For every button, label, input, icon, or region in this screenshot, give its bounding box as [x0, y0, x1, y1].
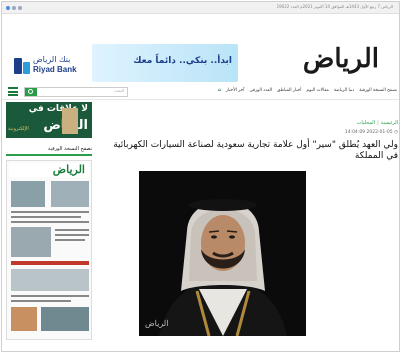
monument-image — [62, 108, 78, 134]
site-header: بنك الرياض Riyad Bank ابدأ.. بنكي.. دائم… — [2, 14, 399, 93]
photo-watermark: الرياض — [145, 319, 169, 328]
nav-item-browse-paper[interactable]: تصفح النسخة الورقية — [359, 88, 397, 93]
nav-item-latest[interactable]: آخر الأخبار — [226, 88, 245, 93]
newspaper-masthead: الرياض — [9, 163, 89, 177]
nav-item-paper-issue[interactable]: العدد الورقي — [249, 88, 272, 93]
breadcrumb-separator: | — [377, 120, 379, 126]
newspaper-text-line — [55, 229, 89, 231]
search-icon[interactable] — [25, 88, 37, 96]
bank-name-en: Riyad Bank — [33, 65, 77, 74]
newspaper-text-line — [11, 300, 71, 302]
breadcrumb: الرئيسية|المحليات — [357, 120, 398, 126]
newspaper-text-line — [11, 295, 89, 297]
nav-items: ⌂ آخر الأخبار العدد الورقي أخبار المناطق… — [218, 88, 397, 93]
newspaper-photo — [11, 307, 37, 331]
newspaper-mast-text: الرياض — [52, 163, 85, 176]
search-placeholder: البحث — [113, 88, 124, 93]
nav-home-icon[interactable]: ⌂ — [218, 88, 221, 93]
window-dot-icon[interactable] — [18, 6, 22, 10]
ad-headline: ابدأ.. بنكي.. دائماً معك — [133, 56, 232, 66]
newspaper-photo — [11, 227, 51, 257]
breadcrumb-home[interactable]: الرئيسية — [381, 120, 398, 126]
sidebar-ad-line3: الإلكترونية — [8, 126, 29, 132]
search-input[interactable]: البحث — [24, 87, 128, 97]
sidebar-ad-line1: لا علاقات في — [28, 104, 88, 114]
ad-banner[interactable]: ابدأ.. بنكي.. دائماً معك — [92, 44, 238, 82]
nav-item-regions[interactable]: أخبار المناطق — [277, 88, 302, 93]
article-photo[interactable]: الرياض — [139, 171, 306, 336]
window-dot-icon[interactable] — [6, 6, 10, 10]
bank-name-ar: بنك الرياض — [33, 55, 71, 64]
breadcrumb-section[interactable]: المحليات — [357, 120, 375, 126]
newspaper-text-line — [55, 234, 89, 236]
newspaper-text-line — [11, 221, 89, 223]
nav-item-sports[interactable]: دنيا الرياضة — [334, 88, 354, 93]
browser-status-text: الرياض 7 ربيع الأول 1443هـ الموافق 14 أك… — [276, 4, 393, 9]
newspaper-red-banner — [11, 261, 89, 265]
hamburger-menu-icon[interactable] — [8, 87, 18, 96]
newspaper-text-line — [11, 216, 81, 218]
article-main: الرئيسية|المحليات ◷ 2022-01-05 14:04:09 … — [98, 102, 398, 342]
crown-prince-portrait — [139, 171, 306, 336]
riyad-bank-logo[interactable]: بنك الرياض Riyad Bank — [10, 52, 82, 78]
site-logo[interactable]: الرياض — [303, 44, 379, 74]
newspaper-thumbnail[interactable]: الرياض — [6, 160, 92, 340]
bank-logo-icon — [14, 58, 30, 74]
browser-chrome: الرياض 7 ربيع الأول 1443هـ الموافق 14 أك… — [2, 2, 399, 14]
newspaper-photo — [11, 181, 45, 207]
sidebar: لا علاقات في الرياض الإلكترونية تصفح الن… — [6, 102, 92, 342]
newspaper-text-line — [55, 239, 85, 241]
clock-icon: ◷ — [392, 130, 398, 135]
sidebar-ad[interactable]: لا علاقات في الرياض الإلكترونية — [6, 102, 92, 138]
sidebar-section-title: تصفح النسخة الورقية — [6, 146, 92, 156]
article-headline: ولي العهد يُطلق "سير" أول علامة تجارية س… — [113, 140, 398, 161]
newspaper-photo — [51, 181, 89, 207]
window-dot-icon[interactable] — [12, 6, 16, 10]
article-date: ◷ 2022-01-05 14:04:09 — [345, 130, 398, 135]
main-nav: البحث ⌂ آخر الأخبار العدد الورقي أخبار ا… — [2, 84, 399, 100]
newspaper-photo — [11, 269, 89, 291]
newspaper-text-line — [11, 211, 89, 213]
newspaper-photo — [41, 307, 89, 331]
nav-item-articles[interactable]: مقالات اليوم — [306, 88, 328, 93]
article-date-text: 2022-01-05 14:04:09 — [344, 130, 393, 135]
browser-window: الرياض 7 ربيع الأول 1443هـ الموافق 14 أك… — [1, 1, 400, 352]
